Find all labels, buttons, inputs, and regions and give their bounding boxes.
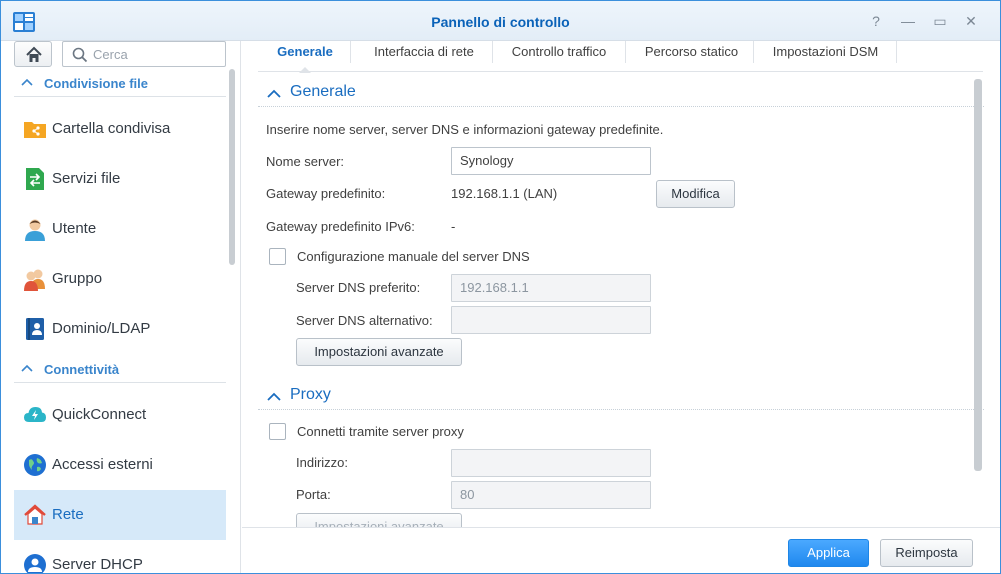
general-description: Inserire nome server, server DNS e infor… xyxy=(266,122,664,137)
sidebar-item-network[interactable]: Rete xyxy=(14,490,226,540)
gateway-value: 192.168.1.1 (LAN) xyxy=(451,186,558,201)
chevron-up-icon xyxy=(21,364,33,372)
tab-divider xyxy=(350,41,351,63)
preferred-dns-label: Server DNS preferito: xyxy=(296,280,421,295)
shared-folder-icon xyxy=(24,122,46,138)
sidebar-item-label: Rete xyxy=(52,506,84,523)
domain-ldap-icon xyxy=(26,318,44,340)
window-title: Pannello di controllo xyxy=(431,14,570,30)
proxy-port-field[interactable]: 80 xyxy=(451,481,651,509)
gateway-ipv6-value: - xyxy=(451,219,456,234)
gateway-ipv6-label: Gateway predefinito IPv6: xyxy=(266,219,415,234)
reset-button[interactable]: Reimposta xyxy=(880,539,973,567)
sidebar-item-label: Cartella condivisa xyxy=(52,120,171,137)
chevron-up-icon xyxy=(267,89,281,98)
content-scrollbar[interactable] xyxy=(974,79,982,471)
home-button[interactable] xyxy=(14,41,52,67)
file-services-icon xyxy=(26,168,44,190)
sidebar-item-label: Servizi file xyxy=(52,170,121,187)
tab-general[interactable]: Generale xyxy=(264,41,346,73)
sidebar-item-label: QuickConnect xyxy=(52,406,147,423)
proxy-port-label: Porta: xyxy=(296,487,331,502)
tab-network-interface[interactable]: Interfaccia di rete xyxy=(356,41,492,71)
gateway-label: Gateway predefinito: xyxy=(266,186,386,201)
minimize-icon[interactable]: — xyxy=(899,12,917,30)
proxy-connect-label: Connetti tramite server proxy xyxy=(297,424,464,439)
tab-divider xyxy=(896,41,897,63)
tab-traffic-control[interactable]: Controllo traffico xyxy=(498,41,620,71)
group-icon xyxy=(24,269,45,291)
proxy-address-label: Indirizzo: xyxy=(296,455,349,470)
proxy-address-field[interactable] xyxy=(451,449,651,477)
manual-dns-checkbox[interactable] xyxy=(269,248,286,265)
sidebar-item-group[interactable]: Gruppo xyxy=(14,254,226,304)
preferred-dns-field[interactable]: 192.168.1.1 xyxy=(451,274,651,302)
tab-bar: Generale Interfaccia di rete Controllo t… xyxy=(258,41,983,73)
group-header-file-sharing[interactable]: Condivisione file xyxy=(14,73,226,97)
user-icon xyxy=(25,219,45,241)
search-icon xyxy=(72,47,88,63)
help-icon[interactable]: ? xyxy=(867,12,885,30)
section-general-header[interactable]: Generale xyxy=(258,81,984,107)
edit-gateway-button[interactable]: Modifica xyxy=(656,180,735,208)
manual-dns-label: Configurazione manuale del server DNS xyxy=(297,249,530,264)
section-title: Proxy xyxy=(290,386,331,403)
sidebar-item-label: Dominio/LDAP xyxy=(52,320,151,337)
sidebar-item-label: Server DHCP xyxy=(52,556,143,573)
chevron-up-icon xyxy=(21,78,33,86)
external-access-icon xyxy=(24,454,46,476)
quickconnect-icon xyxy=(24,407,46,422)
group-label: Condivisione file xyxy=(44,76,149,91)
sidebar-item-file-services[interactable]: Servizi file xyxy=(14,154,226,204)
search-input[interactable] xyxy=(93,46,218,63)
sidebar-item-label: Gruppo xyxy=(52,270,103,287)
close-icon[interactable]: ✕ xyxy=(962,12,980,30)
dhcp-server-icon xyxy=(24,554,46,573)
sidebar-item-domain-ldap[interactable]: Dominio/LDAP xyxy=(14,304,226,354)
tab-divider xyxy=(625,41,626,63)
proxy-checkbox[interactable] xyxy=(269,423,286,440)
server-name-label: Nome server: xyxy=(266,154,345,169)
sidebar-item-shared-folder[interactable]: Cartella condivisa xyxy=(14,104,226,154)
control-panel-window: Pannello di controllo ? — ▭ ✕ Condivisio… xyxy=(0,0,1001,574)
main-content: Generale Inserire nome server, server DN… xyxy=(258,73,984,527)
section-proxy-header[interactable]: Proxy xyxy=(258,384,984,410)
advanced-settings-button[interactable]: Impostazioni avanzate xyxy=(296,338,462,366)
group-label: Connettività xyxy=(44,362,120,377)
footer-bar: Applica Reimposta xyxy=(242,527,1000,573)
tab-dsm-settings[interactable]: Impostazioni DSM xyxy=(759,41,892,71)
group-header-connectivity[interactable]: Connettività xyxy=(14,359,226,383)
tab-static-route[interactable]: Percorso statico xyxy=(631,41,752,71)
apply-button[interactable]: Applica xyxy=(788,539,869,567)
maximize-icon[interactable]: ▭ xyxy=(931,12,949,30)
alternate-dns-field[interactable] xyxy=(451,306,651,334)
alternate-dns-label: Server DNS alternativo: xyxy=(296,313,433,328)
sidebar-item-label: Accessi esterni xyxy=(52,456,153,473)
search-box[interactable] xyxy=(62,41,226,67)
sidebar-item-label: Utente xyxy=(52,220,97,237)
sidebar-item-quickconnect[interactable]: QuickConnect xyxy=(14,390,226,440)
sidebar-item-external-access[interactable]: Accessi esterni xyxy=(14,440,226,490)
sidebar-item-user[interactable]: Utente xyxy=(14,204,226,254)
chevron-up-icon xyxy=(267,392,281,401)
sidebar-item-dhcp-server[interactable]: Server DHCP xyxy=(14,540,226,573)
sidebar-scrollbar[interactable] xyxy=(229,69,235,265)
section-title: Generale xyxy=(290,83,356,100)
sidebar: Condivisione file Cartella condivisa Ser… xyxy=(1,41,241,573)
tab-divider xyxy=(492,41,493,63)
tab-divider xyxy=(753,41,754,63)
server-name-field[interactable]: Synology xyxy=(451,147,651,175)
proxy-advanced-settings-button[interactable]: Impostazioni avanzate xyxy=(296,513,462,527)
network-icon xyxy=(24,504,46,525)
title-bar: Pannello di controllo ? — ▭ ✕ xyxy=(1,1,1000,41)
home-icon xyxy=(26,46,42,62)
